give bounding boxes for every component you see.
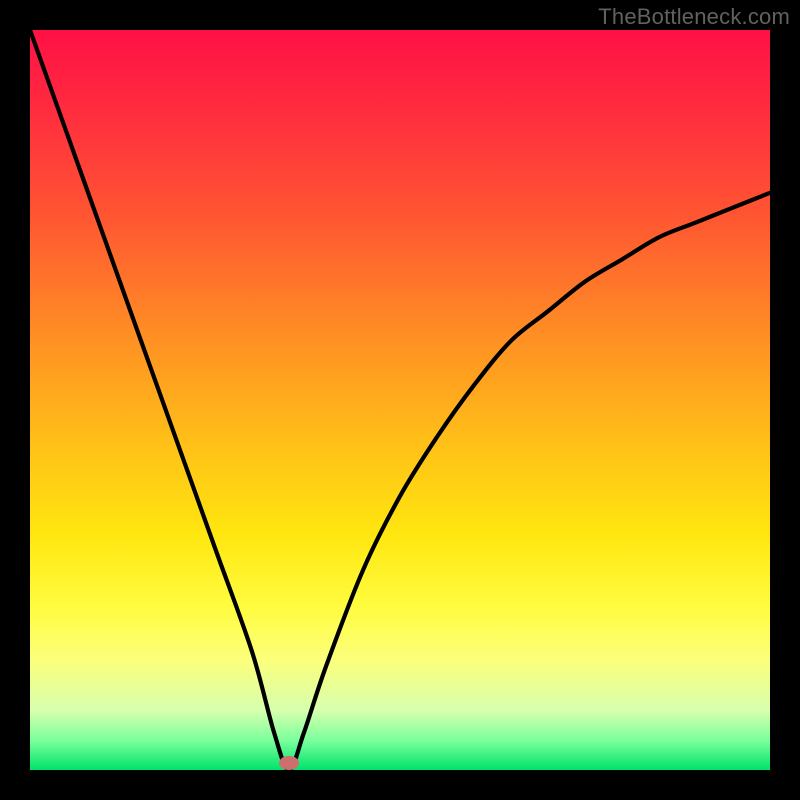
curve-svg — [30, 30, 770, 770]
plot-area — [30, 30, 770, 770]
bottleneck-curve — [30, 30, 770, 770]
optimal-point-marker — [279, 756, 299, 770]
watermark-text: TheBottleneck.com — [598, 4, 790, 30]
chart-frame: TheBottleneck.com — [0, 0, 800, 800]
